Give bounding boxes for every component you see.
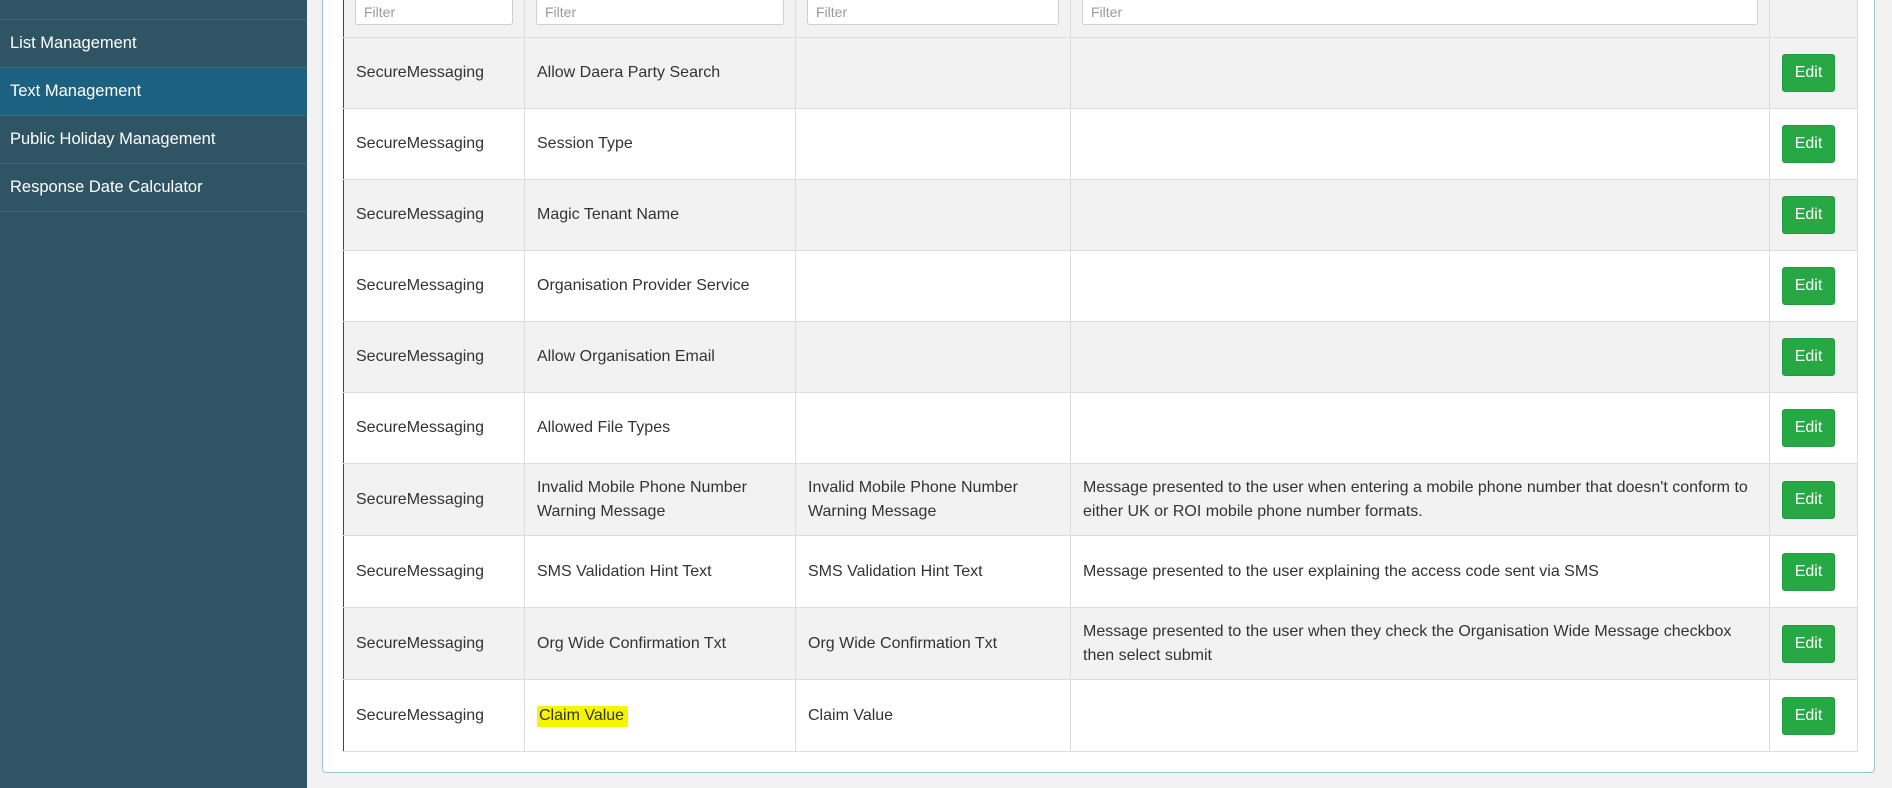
table-row: SecureMessaging Organisation Provider Se… [343,250,1858,322]
edit-button[interactable]: Edit [1782,54,1835,92]
cell-category: SecureMessaging [343,535,525,608]
edit-button[interactable]: Edit [1782,338,1835,376]
table-row: SecureMessaging SMS Validation Hint Text… [343,535,1858,608]
filter-cell [795,0,1071,38]
cell-action: Edit [1769,535,1858,608]
cell-description [1070,392,1770,464]
cell-action: Edit [1769,463,1858,536]
cell-name: Allow Organisation Email [524,321,796,393]
cell-description [1070,321,1770,393]
cell-name: Allowed File Types [524,392,796,464]
cell-action: Edit [1769,321,1858,393]
cell-text [795,321,1071,393]
cell-name: SMS Validation Hint Text [524,535,796,608]
cell-description: Message presented to the user when enter… [1070,463,1770,536]
main-content: SecureMessaging Allow Daera Party Search… [307,0,1892,788]
edit-button[interactable]: Edit [1782,409,1835,447]
cell-description [1070,679,1770,752]
cell-text [795,250,1071,322]
cell-category: SecureMessaging [343,37,525,109]
filter-input-col1[interactable] [355,0,513,25]
filter-row [343,0,1858,38]
cell-name: Allow Daera Party Search [524,37,796,109]
cell-action: Edit [1769,607,1858,680]
sidebar-item-list-management[interactable]: List Management [0,20,307,68]
cell-action: Edit [1769,679,1858,752]
table-row: SecureMessaging Session Type Edit [343,108,1858,180]
filter-input-col2[interactable] [536,0,784,25]
edit-button[interactable]: Edit [1782,125,1835,163]
table-row: SecureMessaging Invalid Mobile Phone Num… [343,463,1858,536]
cell-description [1070,108,1770,180]
cell-action: Edit [1769,108,1858,180]
sidebar-item-text-management[interactable]: Text Management [0,68,307,116]
cell-text [795,179,1071,251]
cell-action: Edit [1769,37,1858,109]
filter-cell [1070,0,1770,38]
cell-name: Organisation Provider Service [524,250,796,322]
filter-cell [343,0,525,38]
cell-category: SecureMessaging [343,321,525,393]
edit-button[interactable]: Edit [1782,624,1835,663]
cell-action: Edit [1769,392,1858,464]
cell-name: Session Type [524,108,796,180]
cell-name: Invalid Mobile Phone Number Warning Mess… [524,463,796,536]
cell-text [795,392,1071,464]
edit-button[interactable]: Edit [1782,267,1835,305]
text-management-table: SecureMessaging Allow Daera Party Search… [343,0,1858,752]
cell-text: Org Wide Confirmation Txt [795,607,1071,680]
table-row: SecureMessaging Allow Organisation Email… [343,321,1858,393]
cell-description: Message presented to the user explaining… [1070,535,1770,608]
table-row: SecureMessaging Claim Value Claim Value … [343,679,1858,752]
cell-description [1070,179,1770,251]
cell-text [795,108,1071,180]
filter-input-col3[interactable] [807,0,1059,25]
sidebar: List Management Text Management Public H… [0,0,307,788]
app-window: List Management Text Management Public H… [0,0,1892,788]
cell-text: Claim Value [795,679,1071,752]
text-management-card: SecureMessaging Allow Daera Party Search… [322,0,1875,773]
highlighted-text: Claim Value [537,705,629,727]
sidebar-item-response-date-calculator[interactable]: Response Date Calculator [0,164,307,212]
cell-text: Invalid Mobile Phone Number Warning Mess… [795,463,1071,536]
cell-category: SecureMessaging [343,463,525,536]
cell-text [795,37,1071,109]
sidebar-item-public-holiday-management[interactable]: Public Holiday Management [0,116,307,164]
edit-button[interactable]: Edit [1782,696,1835,735]
cell-name: Org Wide Confirmation Txt [524,607,796,680]
table-row: SecureMessaging Allow Daera Party Search… [343,37,1858,109]
cell-description [1070,250,1770,322]
filter-cell-empty [1769,0,1858,38]
edit-button[interactable]: Edit [1782,552,1835,591]
cell-description [1070,37,1770,109]
cell-text: SMS Validation Hint Text [795,535,1071,608]
filter-input-col4[interactable] [1082,0,1758,25]
filter-cell [524,0,796,38]
cell-category: SecureMessaging [343,179,525,251]
sidebar-divider [0,0,307,20]
cell-action: Edit [1769,250,1858,322]
cell-name: Magic Tenant Name [524,179,796,251]
cell-action: Edit [1769,179,1858,251]
cell-name: Claim Value [524,679,796,752]
edit-button[interactable]: Edit [1782,196,1835,234]
cell-category: SecureMessaging [343,108,525,180]
table-row: SecureMessaging Allowed File Types Edit [343,392,1858,464]
cell-category: SecureMessaging [343,250,525,322]
edit-button[interactable]: Edit [1782,480,1835,519]
cell-category: SecureMessaging [343,679,525,752]
table-row: SecureMessaging Org Wide Confirmation Tx… [343,607,1858,680]
cell-category: SecureMessaging [343,392,525,464]
cell-description: Message presented to the user when they … [1070,607,1770,680]
cell-category: SecureMessaging [343,607,525,680]
table-row: SecureMessaging Magic Tenant Name Edit [343,179,1858,251]
